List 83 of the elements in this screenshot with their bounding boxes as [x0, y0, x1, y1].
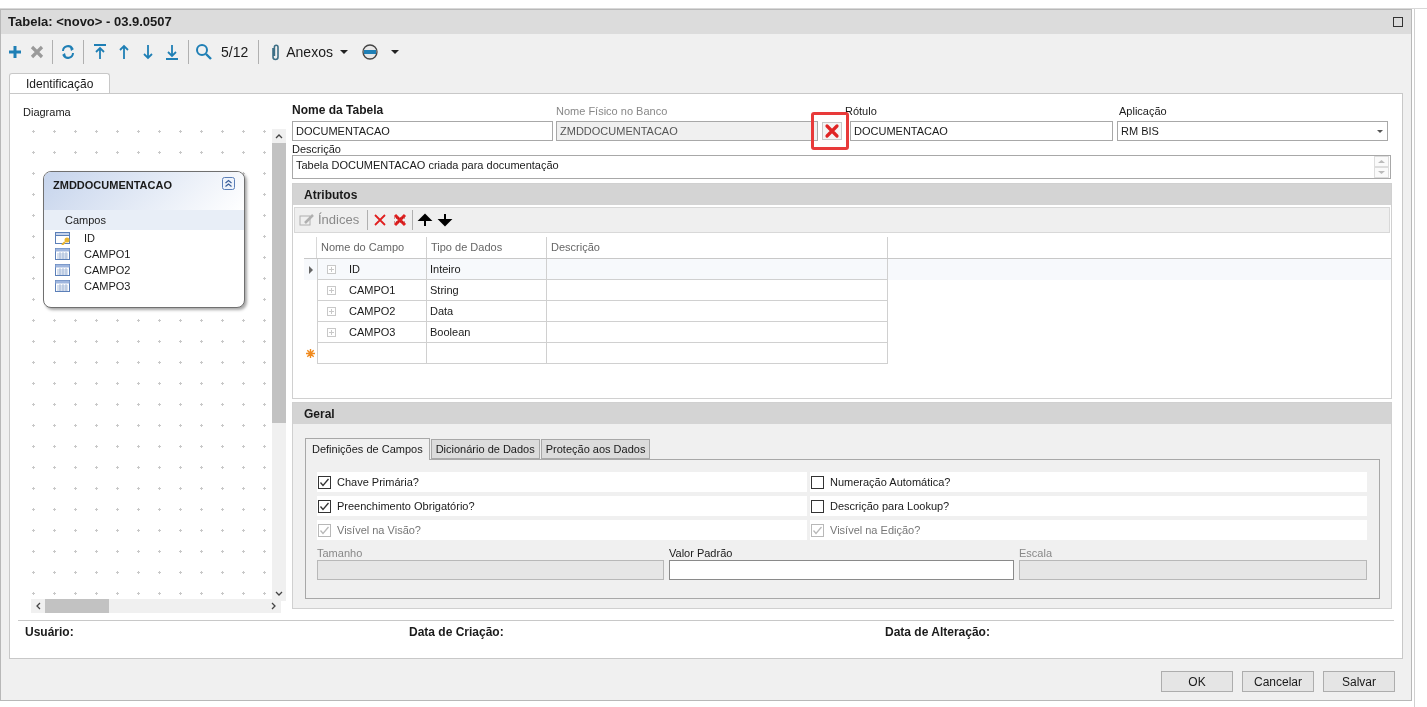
key-field-icon — [55, 231, 71, 245]
horizontal-scrollbar[interactable] — [31, 599, 281, 613]
circle-minus-icon — [360, 43, 379, 61]
field-label: Escala — [1019, 546, 1054, 559]
checkbox-label: Preenchimento Obrigatório? — [337, 498, 475, 514]
table-cell[interactable] — [547, 343, 888, 364]
dialog-button[interactable]: Salvar — [1323, 671, 1395, 692]
checkbox-label: Visível na Edição? — [830, 522, 921, 538]
entity-field[interactable]: CAMPO2 — [84, 261, 131, 279]
checkbox-label: Numeração Automática? — [830, 474, 951, 490]
entity-field[interactable]: ID — [84, 229, 95, 247]
checkbox[interactable] — [318, 499, 331, 513]
delete-all-icon[interactable] — [392, 212, 409, 228]
panel-header: Atributos — [293, 184, 1391, 205]
delete-icon[interactable] — [372, 212, 389, 228]
collapse-icon[interactable] — [222, 177, 235, 190]
dropdown[interactable]: RM BIS — [1117, 121, 1388, 141]
checkbox[interactable] — [811, 499, 824, 513]
tab[interactable]: Definições de Campos — [305, 438, 430, 460]
footer-label: Data de Alteração: — [885, 625, 990, 639]
window-title: Tabela: <novo> - 03.9.0507 — [8, 13, 172, 32]
panel-header: Geral — [293, 403, 1391, 424]
current-row-icon — [307, 265, 314, 274]
attachments-button[interactable]: Anexos — [264, 39, 355, 65]
dialog-button[interactable]: OK — [1161, 671, 1233, 692]
scrollbar-thumb[interactable] — [272, 143, 286, 423]
table-cell[interactable] — [317, 343, 427, 364]
field-label: Nome Físico no Banco — [556, 103, 669, 119]
table-field-icon — [55, 279, 71, 293]
table-cell-text: ID — [349, 261, 360, 277]
diagram-label: Diagrama — [23, 105, 72, 118]
column-header[interactable]: Descrição — [547, 237, 888, 258]
footer-label: Usuário: — [25, 625, 74, 639]
field-label: Aplicação — [1119, 103, 1167, 119]
table-cell[interactable] — [547, 322, 888, 343]
entity-field[interactable]: CAMPO1 — [84, 245, 131, 263]
search-icon[interactable] — [194, 42, 214, 62]
move-down-icon[interactable] — [437, 212, 454, 228]
close-icon — [824, 123, 840, 139]
checkbox[interactable] — [811, 475, 824, 489]
text-input[interactable]: DOCUMENTACAO — [850, 121, 1113, 141]
table-cell-text: CAMPO1 — [349, 282, 396, 298]
vertical-scrollbar[interactable] — [272, 129, 286, 601]
move-up-icon[interactable] — [417, 212, 434, 228]
entity-section-header: Campos — [44, 210, 244, 230]
entity-card[interactable]: ZMDDOCUMENTACAO Campos ID CAMPO1 CAMPO2 CAMPO3 — [43, 171, 245, 308]
text-input[interactable]: DOCUMENTACAO — [292, 121, 553, 141]
table-row[interactable]: ID Inteiro — [304, 259, 1391, 280]
table-field-icon — [55, 263, 71, 277]
checkbox-label: Chave Primária? — [337, 474, 419, 490]
field-value: Tabela DOCUMENTACAO criada para documentação — [295, 158, 559, 173]
table-cell-text: CAMPO3 — [349, 324, 396, 340]
checkbox-label: Descrição para Lookup? — [830, 498, 950, 514]
tab[interactable]: Identificação — [9, 73, 111, 94]
dropdown-value: RM BIS — [1121, 123, 1159, 139]
table-field-icon — [55, 247, 71, 261]
column-header[interactable]: Nome do Campo — [317, 237, 427, 258]
new-row-icon — [306, 349, 315, 358]
text-input[interactable] — [669, 560, 1014, 580]
field-label: Rótulo — [845, 103, 878, 119]
field-label: Nome da Tabela — [292, 102, 385, 119]
pencil-icon — [299, 212, 315, 228]
dialog-button[interactable]: Cancelar — [1242, 671, 1314, 692]
scrollbar-thumb[interactable] — [45, 599, 109, 613]
table-cell-text: CAMPO2 — [349, 303, 396, 319]
maximize-icon[interactable] — [1393, 17, 1403, 27]
table-cell[interactable] — [427, 343, 547, 364]
field-label: Tamanho — [317, 546, 364, 559]
field-label: Descrição — [292, 142, 342, 155]
entity-field[interactable]: CAMPO3 — [84, 277, 131, 295]
tab[interactable]: Dicionário de Dados — [430, 439, 540, 459]
tab[interactable]: Proteção aos Dados — [540, 439, 651, 459]
paperclip-icon — [269, 42, 282, 62]
column-header[interactable]: Tipo de Dados — [427, 237, 547, 258]
field-label: Valor Padrão — [669, 546, 734, 559]
checkbox-label: Visível na Visão? — [337, 522, 421, 538]
caret-icon — [1376, 127, 1384, 135]
checkbox[interactable] — [318, 475, 331, 489]
entity-name: ZMDDOCUMENTACAO — [53, 178, 172, 193]
clear-button[interactable] — [822, 122, 842, 140]
footer-label: Data de Criação: — [409, 625, 504, 639]
table-cell: Boolean — [427, 322, 547, 343]
record-counter: 5/12 — [220, 42, 250, 62]
